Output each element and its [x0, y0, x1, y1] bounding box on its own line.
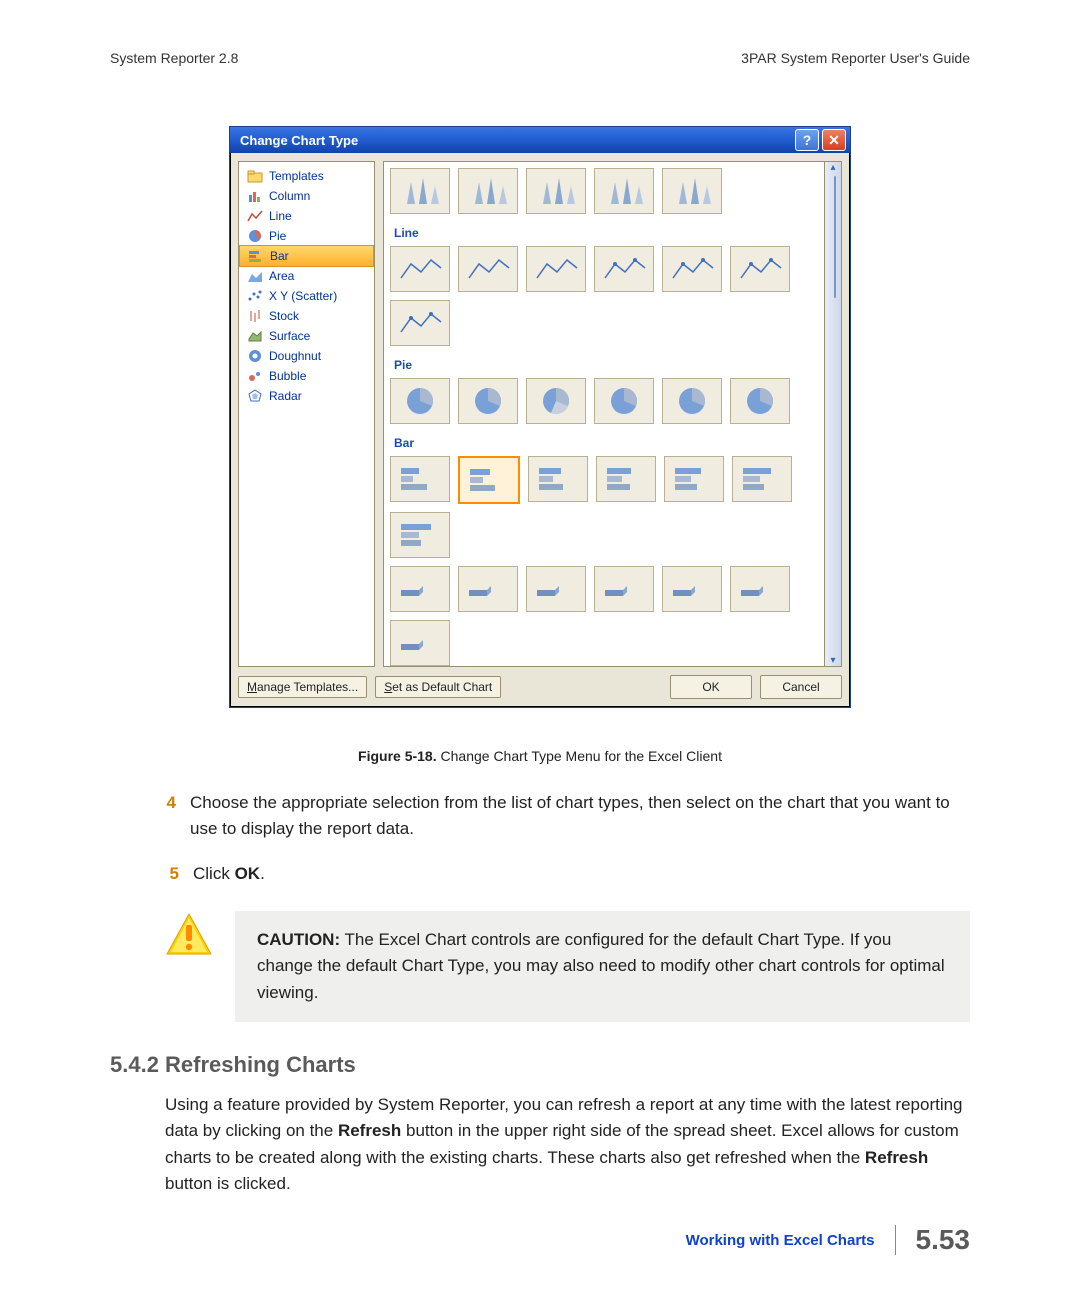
chart-thumb[interactable]: [664, 456, 724, 502]
surface-icon: [247, 329, 263, 343]
bubble-icon: [247, 369, 263, 383]
close-button[interactable]: ✕: [822, 129, 846, 151]
chart-thumb[interactable]: [458, 566, 518, 612]
category-area[interactable]: Area: [239, 266, 374, 286]
chart-thumb[interactable]: [730, 246, 790, 292]
category-radar[interactable]: Radar: [239, 386, 374, 406]
radar-icon: [247, 389, 263, 403]
category-column[interactable]: Column: [239, 186, 374, 206]
chart-thumb[interactable]: [662, 168, 722, 214]
folder-icon: [247, 169, 263, 183]
set-default-chart-button[interactable]: Set as Default Chart: [375, 676, 501, 698]
page-footer: Working with Excel Charts 5.53: [110, 1224, 970, 1256]
section-pie: Pie: [390, 354, 818, 378]
category-line[interactable]: Line: [239, 206, 374, 226]
chart-thumb[interactable]: [662, 246, 722, 292]
scatter-icon: [247, 289, 263, 303]
chart-thumb[interactable]: [390, 620, 450, 666]
step-5: 5 Click OK.: [165, 861, 965, 887]
line-icon: [247, 209, 263, 223]
chart-thumb[interactable]: [390, 168, 450, 214]
dialog-button-row: Manage Templates... Set as Default Chart…: [238, 675, 842, 699]
chart-gallery: Line Pie Bar: [383, 161, 825, 667]
category-list: TemplatesColumnLinePieBarAreaX Y (Scatte…: [238, 161, 375, 667]
area-icon: [247, 269, 263, 283]
section-bar: Bar: [390, 432, 818, 456]
category-bar[interactable]: Bar: [239, 245, 374, 267]
chart-thumb[interactable]: [594, 168, 654, 214]
caution-text: CAUTION: The Excel Chart controls are co…: [235, 911, 970, 1022]
header-right: 3PAR System Reporter User's Guide: [741, 50, 970, 66]
chart-thumb[interactable]: [390, 378, 450, 424]
dialog-title: Change Chart Type: [234, 133, 792, 148]
category-surface[interactable]: Surface: [239, 326, 374, 346]
category-stock[interactable]: Stock: [239, 306, 374, 326]
chart-thumb[interactable]: [526, 168, 586, 214]
chart-thumb[interactable]: [390, 566, 450, 612]
caution-icon: [165, 911, 213, 959]
bar-icon: [248, 249, 264, 263]
page-header: System Reporter 2.8 3PAR System Reporter…: [110, 50, 970, 66]
manage-templates-button[interactable]: Manage Templates...: [238, 676, 367, 698]
chart-thumb[interactable]: [390, 512, 450, 558]
header-left: System Reporter 2.8: [110, 50, 238, 66]
cancel-button[interactable]: Cancel: [760, 675, 842, 699]
chart-thumb[interactable]: [526, 378, 586, 424]
category-templates[interactable]: Templates: [239, 166, 374, 186]
pie-icon: [247, 229, 263, 243]
category-bubble[interactable]: Bubble: [239, 366, 374, 386]
category-x-y-scatter-[interactable]: X Y (Scatter): [239, 286, 374, 306]
help-button[interactable]: ?: [795, 129, 819, 151]
section-line: Line: [390, 222, 818, 246]
stock-icon: [247, 309, 263, 323]
section-paragraph: Using a feature provided by System Repor…: [165, 1092, 970, 1197]
caution-box: CAUTION: The Excel Chart controls are co…: [165, 911, 970, 1022]
section-heading: 5.4.2 Refreshing Charts: [110, 1052, 970, 1078]
chart-thumb[interactable]: [594, 566, 654, 612]
chart-thumb[interactable]: [458, 456, 520, 504]
chart-thumb[interactable]: [458, 246, 518, 292]
category-pie[interactable]: Pie: [239, 226, 374, 246]
chart-thumb[interactable]: [526, 246, 586, 292]
chart-thumb[interactable]: [390, 246, 450, 292]
change-chart-type-dialog: Change Chart Type ? ✕ TemplatesColumnLin…: [229, 126, 851, 708]
chart-thumb[interactable]: [596, 456, 656, 502]
step-list: 4 Choose the appropriate selection from …: [165, 790, 965, 887]
ok-button[interactable]: OK: [670, 675, 752, 699]
chart-thumb[interactable]: [594, 378, 654, 424]
chart-thumb[interactable]: [662, 566, 722, 612]
chart-thumb[interactable]: [662, 378, 722, 424]
chart-thumb[interactable]: [732, 456, 792, 502]
chart-thumb[interactable]: [526, 566, 586, 612]
chart-thumb[interactable]: [594, 246, 654, 292]
chart-thumb[interactable]: [390, 300, 450, 346]
gallery-scrollbar[interactable]: ▴ ▾: [825, 161, 842, 667]
doughnut-icon: [247, 349, 263, 363]
chart-thumb[interactable]: [528, 456, 588, 502]
footer-label: Working with Excel Charts: [686, 1232, 875, 1249]
chart-thumb[interactable]: [730, 566, 790, 612]
column-icon: [247, 189, 263, 203]
chart-thumb[interactable]: [458, 378, 518, 424]
dialog-titlebar: Change Chart Type ? ✕: [230, 127, 850, 153]
chart-thumb[interactable]: [458, 168, 518, 214]
chart-thumb[interactable]: [390, 456, 450, 502]
page-number: 5.53: [916, 1224, 971, 1256]
chart-thumb[interactable]: [730, 378, 790, 424]
scroll-down-icon[interactable]: ▾: [830, 655, 835, 666]
figure-caption: Figure 5-18. Change Chart Type Menu for …: [110, 748, 970, 764]
step-4: 4 Choose the appropriate selection from …: [165, 790, 965, 843]
category-doughnut[interactable]: Doughnut: [239, 346, 374, 366]
scroll-up-icon[interactable]: ▴: [830, 162, 835, 173]
